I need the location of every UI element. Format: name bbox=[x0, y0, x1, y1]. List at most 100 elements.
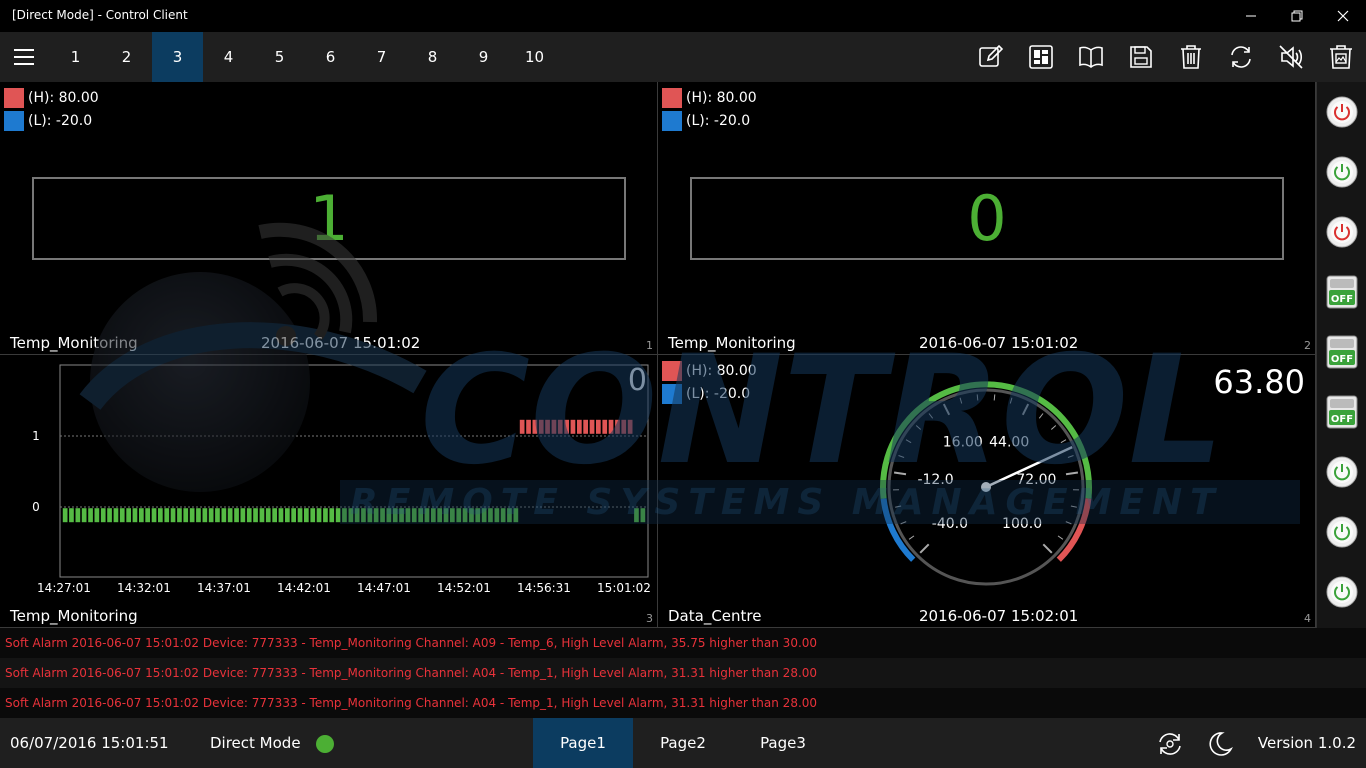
chart-bar bbox=[221, 508, 227, 523]
panel-title: Temp_Monitoring bbox=[10, 607, 138, 625]
chart-bar bbox=[272, 508, 277, 523]
panel-3[interactable]: 1 0 14:27:01 14:32:01 14:37:01 14:42:01 14:4… bbox=[0, 355, 658, 628]
chart-bar bbox=[158, 508, 163, 523]
chart-bar bbox=[532, 419, 538, 434]
power-red-icon bbox=[1326, 96, 1358, 128]
menu-button[interactable] bbox=[8, 41, 40, 73]
legend-high: (H): 80.00 bbox=[4, 88, 99, 108]
y-tick-0: 0 bbox=[32, 500, 40, 514]
edit-icon bbox=[979, 44, 1004, 67]
digital-value: 0 bbox=[967, 182, 1007, 255]
legend-high-label: (H): 80.00 bbox=[686, 90, 757, 106]
chart-bar bbox=[100, 508, 106, 523]
off-label: OFF bbox=[1331, 294, 1353, 305]
power-red-icon bbox=[1326, 216, 1358, 248]
chart-bar bbox=[69, 508, 74, 523]
chart-bar bbox=[164, 508, 170, 523]
control-button-column: OFF OFF OFF bbox=[1316, 82, 1366, 628]
x-tick-label: 14:56:31 bbox=[517, 581, 571, 595]
tab-10[interactable]: 10 bbox=[509, 32, 560, 82]
tab-2[interactable]: 2 bbox=[101, 32, 152, 82]
off-label: OFF bbox=[1331, 414, 1353, 425]
alarm-row[interactable]: Soft Alarm 2016-06-07 15:01:02 Device: 7… bbox=[0, 628, 1366, 658]
chart-bar bbox=[278, 508, 284, 523]
chart-bar bbox=[519, 419, 525, 434]
chart-bar bbox=[500, 508, 506, 523]
save-button[interactable] bbox=[1125, 41, 1157, 73]
panel-title: Temp_Monitoring bbox=[10, 334, 138, 352]
control-button-7[interactable] bbox=[1322, 452, 1362, 492]
digital-value-display: 1 bbox=[32, 177, 626, 260]
dashboard-icon bbox=[1029, 45, 1053, 69]
title-bar: [Direct Mode] - Control Client bbox=[0, 0, 1366, 32]
high-swatch bbox=[662, 88, 682, 108]
chart-bar bbox=[259, 508, 265, 523]
dashboard-button[interactable] bbox=[1025, 41, 1057, 73]
tab-5[interactable]: 5 bbox=[254, 32, 305, 82]
control-button-3[interactable] bbox=[1322, 212, 1362, 252]
tab-6[interactable]: 6 bbox=[305, 32, 356, 82]
restore-button[interactable] bbox=[1274, 0, 1320, 32]
mute-button[interactable] bbox=[1275, 41, 1307, 73]
close-button[interactable] bbox=[1320, 0, 1366, 32]
chart-bar bbox=[107, 508, 112, 523]
panel-2[interactable]: (H): 80.00 (L): -20.0 0 Temp_Monitoring … bbox=[658, 82, 1316, 355]
chart-bar bbox=[189, 508, 195, 523]
gauge-tick-label: -12.0 bbox=[917, 472, 953, 488]
panel-1[interactable]: (H): 80.00 (L): -20.0 1 Temp_Monitoring … bbox=[0, 82, 658, 355]
page-tab-page2[interactable]: Page2 bbox=[633, 718, 733, 768]
control-button-9[interactable] bbox=[1322, 572, 1362, 612]
chart-bar bbox=[488, 508, 493, 523]
tab-3[interactable]: 3 bbox=[152, 32, 203, 82]
tab-8[interactable]: 8 bbox=[407, 32, 458, 82]
control-button-2[interactable] bbox=[1322, 152, 1362, 192]
night-mode-button[interactable] bbox=[1208, 730, 1234, 758]
alarm-row[interactable]: Soft Alarm 2016-06-07 15:01:02 Device: 7… bbox=[0, 688, 1366, 718]
connection-status-dot bbox=[316, 735, 334, 753]
chart-bar bbox=[291, 508, 296, 523]
delete-icon bbox=[1181, 45, 1201, 69]
chart-bar bbox=[418, 508, 423, 523]
edit-button[interactable] bbox=[975, 41, 1007, 73]
control-button-6[interactable]: OFF bbox=[1322, 392, 1362, 432]
sync-button[interactable] bbox=[1155, 730, 1185, 758]
gauge-tick-label: 72.00 bbox=[1016, 472, 1056, 488]
tab-9[interactable]: 9 bbox=[458, 32, 509, 82]
chart-bar bbox=[443, 508, 449, 523]
chart-frame bbox=[59, 364, 649, 578]
control-button-1[interactable] bbox=[1322, 92, 1362, 132]
tab-1[interactable]: 1 bbox=[50, 32, 101, 82]
chart-bar bbox=[348, 508, 354, 523]
control-button-4[interactable]: OFF bbox=[1322, 272, 1362, 312]
control-button-5[interactable]: OFF bbox=[1322, 332, 1362, 372]
chart-bar bbox=[119, 508, 125, 523]
chart-bar bbox=[113, 508, 119, 523]
page-tab-page3[interactable]: Page3 bbox=[733, 718, 833, 768]
digital-value-display: 0 bbox=[690, 177, 1284, 260]
legend-low: (L): -20.0 bbox=[4, 111, 92, 131]
moon-icon bbox=[1209, 732, 1233, 756]
history-chart: 1 0 14:27:01 14:32:01 14:37:01 14:42:01 14:4… bbox=[32, 364, 651, 595]
chart-bar bbox=[545, 419, 550, 434]
chart-bar bbox=[411, 508, 417, 523]
delete-button[interactable] bbox=[1175, 41, 1207, 73]
chart-bar bbox=[437, 508, 442, 523]
clear-image-icon bbox=[1330, 45, 1352, 69]
chart-bar bbox=[227, 508, 233, 523]
power-green-icon bbox=[1326, 456, 1358, 488]
off-switch-icon: OFF bbox=[1326, 335, 1358, 369]
tab-7[interactable]: 7 bbox=[356, 32, 407, 82]
page-tab-page1[interactable]: Page1 bbox=[533, 718, 633, 768]
book-button[interactable] bbox=[1075, 41, 1107, 73]
minimize-button[interactable] bbox=[1228, 0, 1274, 32]
refresh-button[interactable] bbox=[1225, 41, 1257, 73]
panel-4[interactable]: (H): 80.00 (L): -20.0 63.80 -40.0 -12.0 16… bbox=[658, 355, 1316, 628]
tab-4[interactable]: 4 bbox=[203, 32, 254, 82]
clear-images-button[interactable] bbox=[1325, 41, 1357, 73]
alarm-row[interactable]: Soft Alarm 2016-06-07 15:01:02 Device: 7… bbox=[0, 658, 1366, 688]
control-button-8[interactable] bbox=[1322, 512, 1362, 552]
x-tick-label: 14:32:01 bbox=[117, 581, 171, 595]
chart-bar bbox=[265, 508, 271, 523]
chart-bar bbox=[627, 419, 633, 434]
chart-bar bbox=[386, 508, 392, 523]
